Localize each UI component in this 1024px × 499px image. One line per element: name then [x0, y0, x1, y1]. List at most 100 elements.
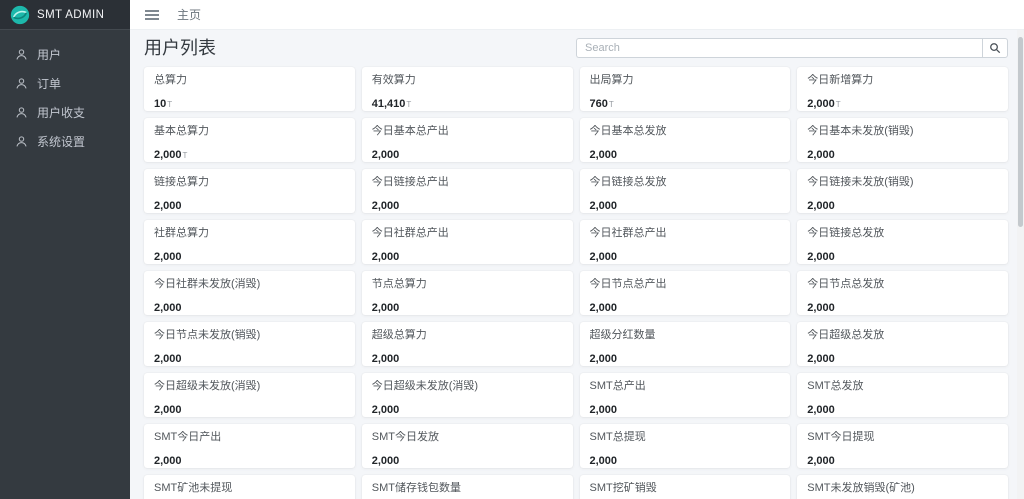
stat-card: 今日节点总发放 2,000: [797, 271, 1008, 315]
stat-card-label: SMT储存钱包数量: [372, 482, 563, 495]
stat-card: SMT今日发放 2,000: [362, 424, 573, 468]
stat-card-label: 出局算力: [590, 74, 781, 87]
stat-card-label: 今日超级总发放: [807, 329, 998, 342]
scrollbar-thumb[interactable]: [1018, 37, 1023, 227]
sidebar-item-user-balance[interactable]: 用户收支: [0, 98, 130, 127]
stat-card-unit: T: [836, 100, 841, 109]
stat-card-value: 2,000: [372, 353, 400, 365]
user-icon: [15, 135, 28, 148]
stat-card: SMT总提现 2,000: [580, 424, 791, 468]
stat-card: SMT今日产出 2,000: [144, 424, 355, 468]
stat-card: 今日社群未发放(消毁) 2,000: [144, 271, 355, 315]
stat-card-value: 2,000: [590, 353, 618, 365]
stat-card: SMT未发放销毁(矿池): [797, 475, 1008, 499]
stat-card-value: 10: [154, 98, 166, 110]
top-navbar: 主页: [130, 0, 1024, 30]
stat-card: 今日超级未发放(消毁) 2,000: [362, 373, 573, 417]
stat-card-value-row: 2,000: [590, 298, 781, 315]
stat-card-value-row: 2,000: [154, 451, 345, 468]
content-header: 用户列表: [144, 36, 1008, 60]
stat-card: 节点总算力 2,000: [362, 271, 573, 315]
stat-card-value: 2,000: [154, 302, 182, 314]
stat-card: 今日链接总发放 2,000: [797, 220, 1008, 264]
stat-card-label: SMT矿池未提现: [154, 482, 345, 495]
stat-card-label: 今日节点总发放: [807, 278, 998, 291]
sidebar-item-orders[interactable]: 订单: [0, 69, 130, 98]
stat-card-value-row: 2,000: [590, 451, 781, 468]
stat-card-value: 2,000: [154, 455, 182, 467]
stat-card-label: 今日社群总产出: [590, 227, 781, 240]
stat-card-value: 2,000: [590, 302, 618, 314]
stat-card-value-row: 2,000: [372, 349, 563, 366]
stat-card-value-row: 2,000: [372, 400, 563, 417]
stat-card-label: 今日社群未发放(消毁): [154, 278, 345, 291]
search-input[interactable]: [576, 38, 982, 58]
search-button[interactable]: [982, 38, 1008, 58]
stat-card-value-row: 10T: [154, 94, 345, 111]
stat-card-value-row: 2,000: [807, 145, 998, 162]
stat-card-value: 2,000: [807, 302, 835, 314]
stat-card-value-row: 2,000: [807, 451, 998, 468]
stat-card-value-row: 2,000: [154, 247, 345, 264]
stat-card-label: 今日新增算力: [807, 74, 998, 87]
stat-card-value: 2,000: [590, 455, 618, 467]
stat-card-label: SMT挖矿销毁: [590, 482, 781, 495]
stat-card-label: 今日链接总产出: [372, 176, 563, 189]
stat-card-label: 今日基本总产出: [372, 125, 563, 138]
stat-card-value-row: 2,000: [372, 145, 563, 162]
sidebar-menu: 用户 订单 用户收支 系统设置: [0, 30, 130, 156]
sidebar-item-system-settings[interactable]: 系统设置: [0, 127, 130, 156]
stat-card: 链接总算力 2,000: [144, 169, 355, 213]
stat-card-label: SMT今日发放: [372, 431, 563, 444]
stat-card-value-row: 2,000: [807, 196, 998, 213]
stat-card: 今日新增算力 2,000T: [797, 67, 1008, 111]
stat-card-value-row: 2,000: [372, 298, 563, 315]
stat-card-value: 41,410: [372, 98, 406, 110]
stat-card: 今日超级总发放 2,000: [797, 322, 1008, 366]
nav-home-link[interactable]: 主页: [177, 6, 201, 23]
brand[interactable]: SMT ADMIN: [0, 0, 130, 30]
stat-card: 今日社群总产出 2,000: [362, 220, 573, 264]
stat-card-label: 总算力: [154, 74, 345, 87]
stat-card-label: 今日节点总产出: [590, 278, 781, 291]
stat-card-value: 2,000: [154, 251, 182, 263]
stat-card: 出局算力 760T: [580, 67, 791, 111]
stat-card: SMT总产出 2,000: [580, 373, 791, 417]
user-icon: [15, 48, 28, 61]
stat-card: SMT总发放 2,000: [797, 373, 1008, 417]
stat-card-value-row: 2,000: [154, 298, 345, 315]
stat-card-value: 2,000: [807, 251, 835, 263]
stat-card: SMT挖矿销毁: [580, 475, 791, 499]
stat-card-unit: T: [167, 100, 172, 109]
user-icon: [15, 106, 28, 119]
page-title: 用户列表: [144, 36, 216, 60]
stat-card-label: 链接总算力: [154, 176, 345, 189]
stat-card-value-row: 2,000: [807, 400, 998, 417]
stat-card-value-row: 2,000T: [807, 94, 998, 111]
stat-card-unit: T: [406, 100, 411, 109]
stat-card-label: 超级分红数量: [590, 329, 781, 342]
sidebar-toggle-button[interactable]: [145, 9, 159, 21]
vertical-scrollbar[interactable]: [1017, 30, 1024, 499]
stat-card-value-row: 2,000: [590, 145, 781, 162]
stat-card-value-row: 41,410T: [372, 94, 563, 111]
stat-card: 今日超级未发放(消毁) 2,000: [144, 373, 355, 417]
stat-card-value-row: 2,000: [807, 298, 998, 315]
stat-card-value: 2,000: [154, 353, 182, 365]
stat-card: 今日链接未发放(销毁) 2,000: [797, 169, 1008, 213]
stat-card: 超级分红数量 2,000: [580, 322, 791, 366]
stat-card: 今日基本总发放 2,000: [580, 118, 791, 162]
stat-card-value: 760: [590, 98, 608, 110]
stat-card-value-row: 2,000: [372, 196, 563, 213]
stat-card: 今日节点未发放(销毁) 2,000: [144, 322, 355, 366]
sidebar-item-label: 用户: [37, 46, 61, 63]
stat-card-value: 2,000: [807, 200, 835, 212]
stat-card-label: 今日链接未发放(销毁): [807, 176, 998, 189]
sidebar-item-users[interactable]: 用户: [0, 40, 130, 69]
stat-card-value-row: 2,000: [154, 349, 345, 366]
stat-card-label: SMT今日产出: [154, 431, 345, 444]
stat-card-value-row: 2,000: [372, 451, 563, 468]
stat-card-value: 2,000: [372, 251, 400, 263]
stat-card-value: 2,000: [372, 404, 400, 416]
stat-card-value: 2,000: [372, 302, 400, 314]
